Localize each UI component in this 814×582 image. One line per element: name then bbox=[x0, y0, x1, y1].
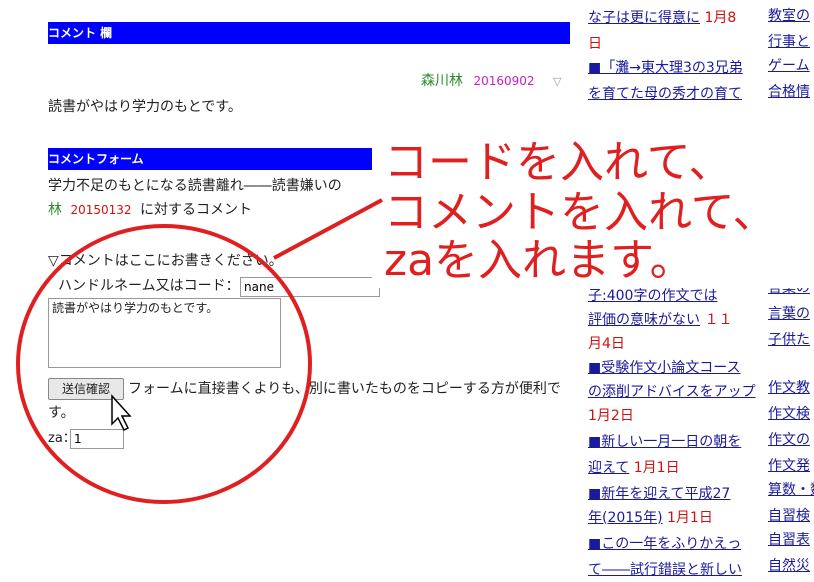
mouse-cursor-icon bbox=[111, 394, 132, 432]
annotation-overlay bbox=[16, 198, 383, 504]
highlight-circle bbox=[16, 224, 312, 504]
callout-pointer-line bbox=[273, 198, 383, 260]
